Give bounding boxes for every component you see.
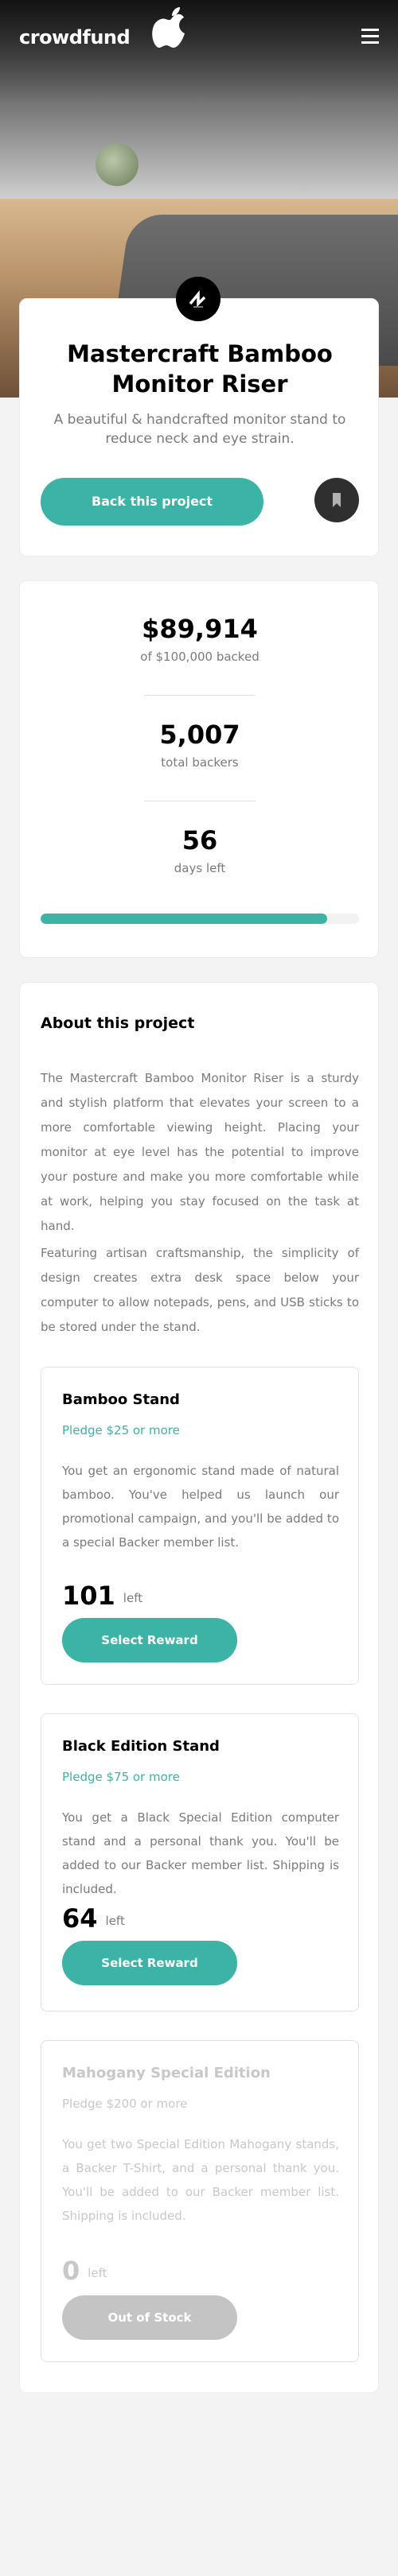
back-project-button[interactable]: Back this project [41,478,263,526]
menu-line [361,41,379,44]
pledge-left-label: left [88,2266,107,2280]
pledge-minimum: Pledge $75 or more [62,1770,180,1784]
pledge-card-bamboo: Bamboo Stand Pledge $25 or more You get … [41,1367,359,1685]
apple-logo-icon [152,7,185,48]
divider [144,695,256,696]
progress-fill [41,914,327,924]
select-reward-button[interactable]: Select Reward [62,1941,237,1985]
pledge-left-count: 0 [62,2256,80,2286]
pledge-left-label: left [123,1591,143,1605]
backed-label: of $100,000 backed [140,650,259,664]
hamburger-icon[interactable] [361,29,379,45]
intro-card: Mastercraft Bamboo Monitor Riser A beaut… [19,277,379,557]
out-of-stock-button: Out of Stock [62,2295,237,2340]
about-title: About this project [41,1014,195,1032]
pledge-remaining: 101 left [62,1581,142,1611]
pledge-left-count: 64 [62,1903,98,1934]
bookmark-icon [333,493,341,507]
pledge-description: You get two Special Edition Mahogany sta… [62,2137,339,2223]
stat-backers: 5,007 total backers [20,719,380,770]
about-card: About this project The Mastercraft Bambo… [19,982,379,2393]
about-paragraph: The Mastercraft Bamboo Monitor Riser is … [41,1071,359,1233]
pledge-minimum: Pledge $200 or more [62,2097,188,2111]
pledge-name: Black Edition Stand [62,1738,220,1755]
figurine-photo-area [96,143,139,186]
days-label: days left [174,861,226,875]
pledge-left-count: 101 [62,1581,115,1611]
about-paragraph: Featuring artisan craftsmanship, the sim… [41,1246,359,1334]
funding-progress-bar [41,914,359,924]
pledge-minimum: Pledge $25 or more [62,1423,180,1437]
pledge-description: You get an ergonomic stand made of natur… [62,1464,339,1550]
pledge-name: Bamboo Stand [62,1391,180,1408]
stat-days: 56 days left [20,824,380,875]
days-count: 56 [181,825,218,855]
pledge-card-mahogany: Mahogany Special Edition Pledge $200 or … [41,2040,359,2362]
backed-amount: $89,914 [142,614,258,644]
mastercraft-logo-icon [176,277,220,321]
stats-card: $89,914 of $100,000 backed 5,007 total b… [19,580,379,958]
menu-line [361,29,379,31]
pledge-name: Mahogany Special Edition [62,2065,271,2081]
pledge-remaining: 0 left [62,2256,107,2286]
backers-count: 5,007 [159,720,240,750]
backers-label: total backers [161,755,239,770]
select-reward-button[interactable]: Select Reward [62,1618,237,1662]
project-title: Mastercraft Bamboo Monitor Riser [67,340,333,398]
menu-line [361,35,379,37]
site-logo[interactable]: crowdfund [19,26,131,48]
pledge-left-label: left [105,1914,125,1928]
pledge-card-black-edition: Black Edition Stand Pledge $75 or more Y… [41,1713,359,2012]
project-subtitle: A beautiful & handcrafted monitor stand … [53,412,346,447]
pledge-remaining: 64 left [62,1903,125,1934]
stat-backed: $89,914 of $100,000 backed [20,613,380,664]
bookmark-button[interactable] [314,478,359,522]
pledge-description: You get a Black Special Edition computer… [62,1810,339,1896]
top-bar: crowdfund [0,0,398,80]
